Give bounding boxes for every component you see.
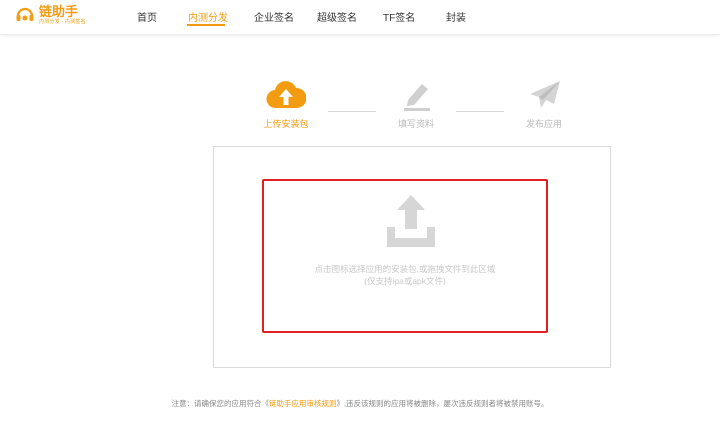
pen-edit-icon <box>404 84 430 111</box>
active-nav-underline <box>187 24 225 26</box>
upload-hint: 点击图标选择应用的安装包,或拖拽文件到此区域 (仅支持ipa或apk文件) <box>262 263 548 287</box>
step-connector <box>328 111 376 112</box>
upload-tray-icon[interactable] <box>383 193 439 249</box>
paper-plane-icon <box>530 81 560 108</box>
logo-title: 链助手 <box>39 4 79 19</box>
policy-notice: 注意：请确保您的应用符合《链助手应用审核规则》,违反该规则的应用将被删除，屡次违… <box>0 398 720 409</box>
step-publish-app: 发布应用 <box>509 78 579 130</box>
logo[interactable]: 链助手 内测分发 · 内测签名 <box>14 4 86 26</box>
headset-logo-icon <box>16 7 34 21</box>
step-connector <box>456 111 504 112</box>
nav-item-super-signing[interactable]: 超级签名 <box>317 9 357 24</box>
step-label: 发布应用 <box>525 119 562 129</box>
upload-hint-line2: (仅支持ipa或apk文件) <box>364 276 446 286</box>
review-rules-link[interactable]: 链助手应用审核规则 <box>269 399 337 408</box>
nav-item-enterprise-signing[interactable]: 企业签名 <box>254 9 294 24</box>
step-label: 填写资料 <box>397 119 434 129</box>
step-label: 上传安装包 <box>263 119 309 129</box>
nav-item-beta-distribution[interactable]: 内测分发 <box>188 9 228 24</box>
upload-hint-line1: 点击图标选择应用的安装包,或拖拽文件到此区域 <box>314 264 496 274</box>
logo-subtitle: 内测分发 · 内测签名 <box>39 19 86 25</box>
notice-suffix: 》,违反该规则的应用将被删除，屡次违反规则者将被禁用账号。 <box>336 399 549 408</box>
nav-item-tf-signing[interactable]: TF签名 <box>383 9 415 24</box>
nav-item-packaging[interactable]: 封装 <box>446 9 466 24</box>
step-fill-info: 填写资料 <box>381 78 451 130</box>
notice-prefix: 注意：请确保您的应用符合《 <box>171 399 269 408</box>
cloud-upload-icon <box>266 81 306 109</box>
step-upload-package: 上传安装包 <box>251 78 321 130</box>
top-navbar: 链助手 内测分发 · 内测签名 首页 内测分发 企业签名 超级签名 TF签名 封… <box>0 0 720 35</box>
nav-item-home[interactable]: 首页 <box>137 9 157 24</box>
